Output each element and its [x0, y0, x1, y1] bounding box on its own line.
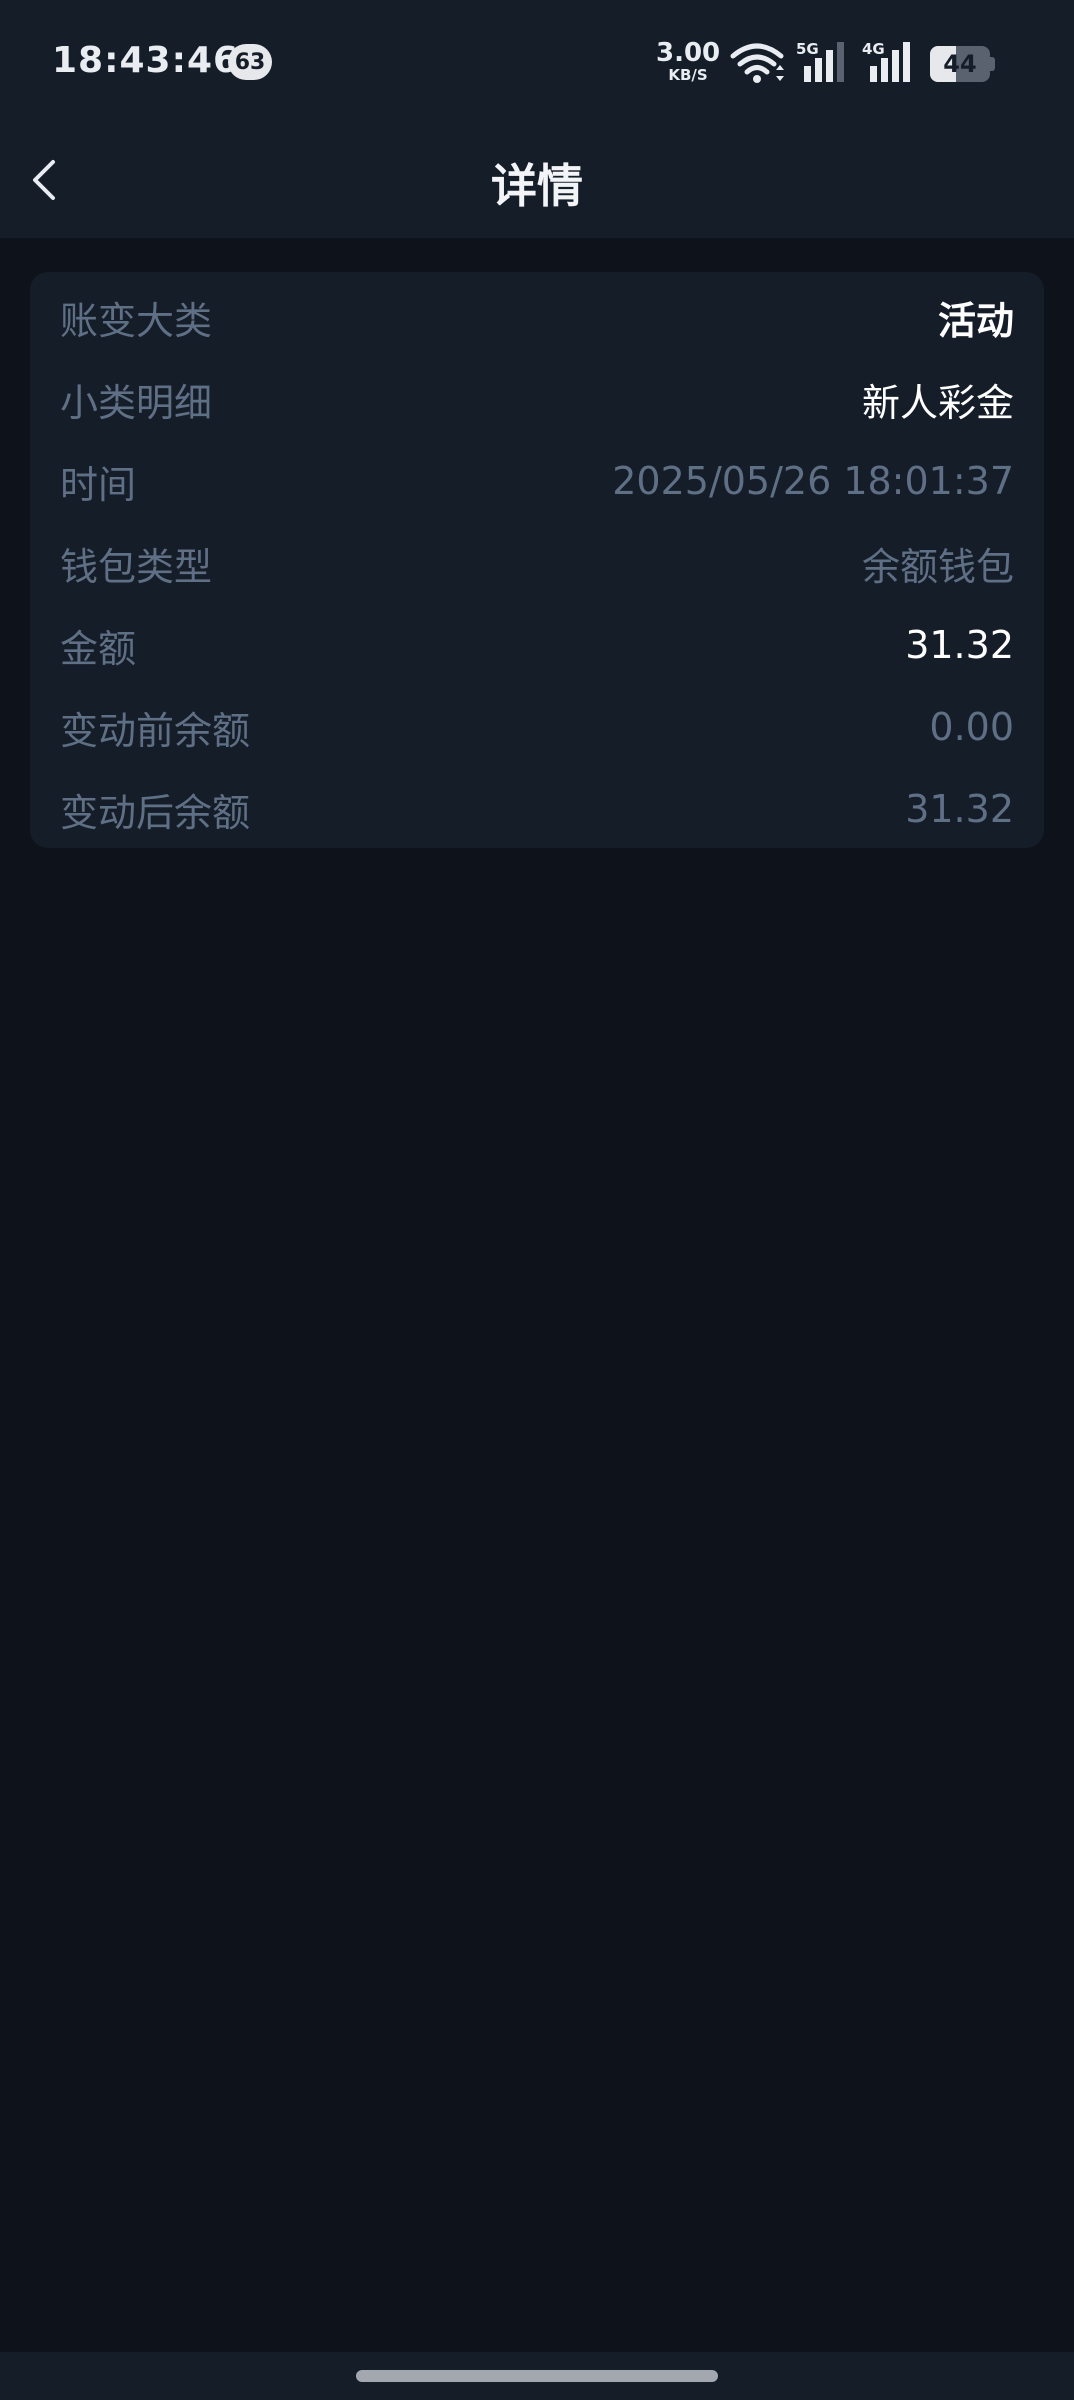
navigation-bar: 详情 [0, 120, 1074, 238]
detail-value: 0.00 [929, 705, 1014, 749]
detail-row: 变动后余额 31.32 [60, 768, 1014, 850]
detail-label: 时间 [60, 462, 137, 507]
signal-bars-icon [804, 42, 844, 82]
gesture-bar [0, 2352, 1074, 2400]
notification-count-badge: 63 [228, 44, 272, 80]
network-speed-unit: KB/S [668, 66, 708, 84]
detail-card: 账变大类 活动小类明细 新人彩金时间 2025/05/26 18:01:37 钱包类型 余… [30, 272, 1044, 848]
signal-strength-4g: 4G [862, 40, 918, 84]
detail-label: 金额 [60, 626, 137, 671]
home-indicator[interactable] [356, 2370, 718, 2382]
network-speed-value: 3.00 [656, 38, 721, 68]
detail-label: 小类明细 [60, 380, 213, 425]
detail-label: 变动前余额 [60, 708, 251, 753]
network-speed: 3.00 KB/S [656, 40, 720, 83]
detail-row: 小类明细 新人彩金 [60, 358, 1014, 440]
detail-row: 金额 31.32 [60, 604, 1014, 686]
detail-row: 钱包类型 余额钱包 [60, 522, 1014, 604]
page-title: 详情 [491, 159, 583, 213]
battery-icon: 44 [930, 46, 996, 82]
wifi-icon [730, 43, 784, 83]
battery-level: 44 [943, 50, 977, 78]
detail-value: 31.32 [905, 623, 1014, 667]
status-time: 18:43:46 [52, 40, 240, 81]
detail-label: 账变大类 [60, 298, 213, 343]
detail-value: 活动 [937, 298, 1014, 343]
detail-value: 新人彩金 [861, 380, 1014, 425]
signal-strength-5g: 5G [796, 40, 852, 84]
detail-value: 余额钱包 [861, 544, 1014, 589]
signal-bars-icon [870, 42, 910, 82]
detail-row: 变动前余额 0.00 [60, 686, 1014, 768]
detail-value: 31.32 [905, 787, 1014, 831]
detail-label: 变动后余额 [60, 790, 251, 835]
top-bar: 18:43:46 63 3.00 KB/S 5G 4G 44 详情 [0, 0, 1074, 238]
status-bar: 18:43:46 63 3.00 KB/S 5G 4G 44 [0, 0, 1074, 120]
detail-value: 2025/05/26 18:01:37 [612, 459, 1014, 503]
detail-row: 时间 2025/05/26 18:01:37 [60, 440, 1014, 522]
detail-label: 钱包类型 [60, 544, 213, 589]
detail-row: 账变大类 活动 [60, 276, 1014, 358]
